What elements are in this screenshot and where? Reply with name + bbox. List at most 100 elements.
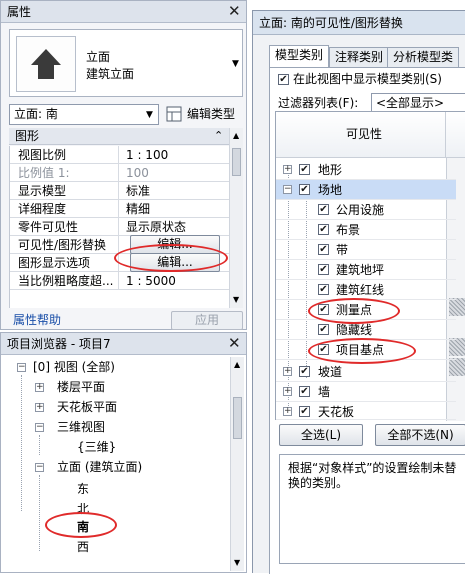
tree-item-elevations[interactable]: 立面 (建筑立面) [57,459,142,475]
property-row[interactable]: 零件可见性 显示原状态 [10,218,236,236]
scroll-down-icon[interactable]: ▼ [234,555,240,571]
category-row-topography[interactable]: + ✔ 地形 [276,160,456,180]
category-checkbox[interactable]: ✔ [318,344,329,355]
category-checkbox[interactable]: ✔ [318,304,329,315]
expand-icon[interactable]: + [35,403,44,412]
category-row-site[interactable]: − ✔ 场地 [276,180,456,200]
dialog-title: 立面: 南的可见性/图形替换 [259,16,403,30]
category-checkbox[interactable]: ✔ [299,406,310,417]
property-value: 100 [126,166,149,180]
select-none-button[interactable]: 全部不选(N) [375,424,465,446]
tree-item-views-all[interactable]: [0] 视图 (全部) [33,359,115,375]
category-row-hidden-lines[interactable]: ✔ 隐藏线 [276,320,456,340]
properties-help-link[interactable]: 属性帮助 [13,312,61,328]
category-row-project-base-point[interactable]: ✔ 项目基点 [276,340,456,360]
category-checkbox[interactable]: ✔ [299,366,310,377]
apply-button[interactable]: 应用 [171,311,243,330]
chevron-down-icon[interactable]: ▼ [232,56,239,72]
category-checkbox[interactable]: ✔ [299,184,310,195]
properties-panel: 属性 ✕ 立面 建筑立面 ▼ 立面: 南 ▼ 编辑类型 图形 ⌃ 视图比例 1 … [0,0,247,330]
category-checkbox[interactable]: ✔ [318,284,329,295]
tree-item-3d-views[interactable]: 三维视图 [57,419,105,435]
scroll-up-icon[interactable]: ▲ [233,128,239,144]
category-label: 隐藏线 [336,323,373,337]
filter-list-dropdown[interactable]: <全部显示> [371,93,465,113]
category-header[interactable]: 图形 ⌃ [9,128,235,145]
graphic-display-edit-button[interactable]: 编辑... [130,253,220,272]
scrollbar-thumb[interactable] [232,148,241,176]
close-icon[interactable]: ✕ [228,335,241,351]
expand-icon[interactable]: + [283,367,292,376]
tree-item-east[interactable]: 东 [77,481,89,497]
category-label: 墙 [318,385,331,399]
description-text: 根据“对象样式”的设置绘制未替换的类别。 [288,461,457,490]
collapse-icon[interactable]: − [35,463,44,472]
tab-analytical-model[interactable]: 分析模型类 [387,47,460,67]
properties-titlebar: 属性 ✕ [1,1,246,23]
category-row-ramps[interactable]: + ✔ 坡道 [276,362,456,382]
property-row[interactable]: 当比例粗略度超... 1 : 5000 [10,272,236,290]
property-key: 视图比例 [18,148,67,162]
scroll-down-icon[interactable]: ▼ [233,292,239,308]
property-value: 1 : 100 [126,148,169,162]
select-all-button[interactable]: 全选(L) [279,424,363,446]
property-row-visibility: 可见性/图形替换 编辑... [10,235,236,254]
category-row-walls[interactable]: + ✔ 墙 [276,382,456,402]
category-row-survey-point[interactable]: ✔ 测量点 [276,300,456,320]
category-row-property-line[interactable]: ✔ 建筑红线 [276,280,456,300]
tab-annotation-categories[interactable]: 注释类别 [329,47,390,67]
expand-icon[interactable]: + [283,407,292,416]
category-label: 建筑红线 [336,283,385,297]
category-row-utilities[interactable]: ✔ 公用设施 [276,200,456,220]
collapse-icon[interactable]: − [283,185,292,194]
tab-model-categories[interactable]: 模型类别 [269,45,330,68]
view-instance-dropdown[interactable]: 立面: 南 ▼ [9,104,159,125]
category-checkbox[interactable]: ✔ [299,164,310,175]
tree-item-south[interactable]: 南 [77,519,89,535]
collapse-icon[interactable]: − [35,423,44,432]
category-label: 测量点 [336,303,373,317]
category-row-planting[interactable]: ✔ 布景 [276,220,456,240]
property-row[interactable]: 视图比例 1 : 100 [10,146,236,164]
collapse-icon[interactable]: − [17,363,26,372]
scrollbar-thumb[interactable] [233,397,242,439]
category-checkbox[interactable]: ✔ [318,244,329,255]
tree-item-north[interactable]: 北 [77,501,89,517]
category-checkbox[interactable]: ✔ [318,264,329,275]
category-checkbox[interactable]: ✔ [299,386,310,397]
tree-item-3d[interactable]: {三维} [77,439,116,455]
property-key: 详细程度 [18,202,67,216]
category-label: 公用设施 [336,203,385,217]
browser-scrollbar[interactable]: ▲ ▼ [230,357,244,571]
collapse-icon[interactable]: ⌃ [214,128,223,144]
property-value: 精细 [126,202,151,216]
category-row-band[interactable]: ✔ 带 [276,240,456,260]
property-key: 比例值 1: [18,166,70,180]
visibility-edit-button[interactable]: 编辑... [130,235,220,254]
property-row-graphic-display: 图形显示选项 编辑... [10,253,236,272]
expand-icon[interactable]: + [283,165,292,174]
property-row[interactable]: 详细程度 精细 [10,200,236,218]
tree-item-floor-plans[interactable]: 楼层平面 [57,379,105,395]
close-icon[interactable]: ✕ [228,3,241,19]
category-checkbox[interactable]: ✔ [318,224,329,235]
category-row-ceilings[interactable]: + ✔ 天花板 [276,402,456,420]
visibility-column-header[interactable]: 可见性 [276,112,465,158]
scroll-up-icon[interactable]: ▲ [234,357,240,373]
property-value: 1 : 5000 [126,274,176,288]
tree-item-west[interactable]: 西 [77,539,89,555]
edit-type-button[interactable]: 编辑类型 [166,104,244,125]
property-row[interactable]: 显示模型 标准 [10,182,236,200]
category-checkbox[interactable]: ✔ [318,324,329,335]
categories-tree: 可见性 + ✔ 地形 − ✔ 场地 ✔ 公用设施 ✔ 布景 ✔ 带 ✔ 建筑地坪… [275,111,465,421]
properties-scrollbar[interactable]: ▲ ▼ [229,128,243,308]
expand-icon[interactable]: + [35,383,44,392]
show-model-categories-checkbox[interactable]: ✔ [278,74,289,85]
category-checkbox[interactable]: ✔ [318,204,329,215]
category-row-building-pad[interactable]: ✔ 建筑地坪 [276,260,456,280]
expand-icon[interactable]: + [283,387,292,396]
tree-item-ceiling-plans[interactable]: 天花板平面 [57,399,117,415]
type-selector[interactable]: 立面 建筑立面 ▼ [9,29,243,97]
project-browser: 项目浏览器 - 项目7 ✕ − [0] 视图 (全部) + 楼层平面 + 天花板… [0,332,247,573]
property-key: 零件可见性 [18,220,79,234]
